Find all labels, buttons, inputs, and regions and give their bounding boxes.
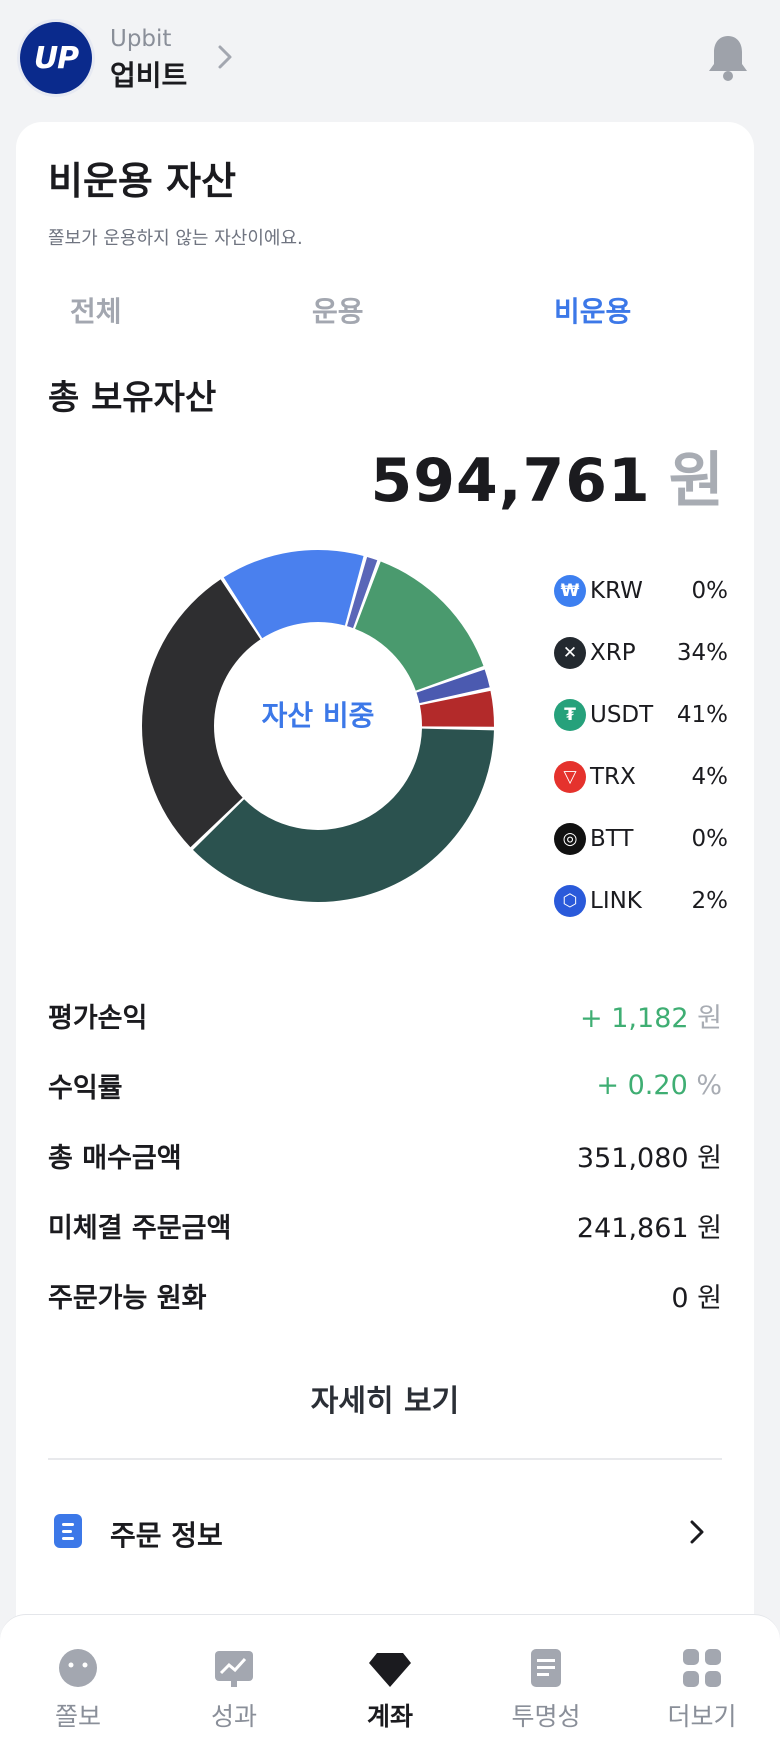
donut-slice-5 <box>193 728 494 902</box>
order-info-row[interactable]: 주문 정보 <box>48 1502 722 1562</box>
total-value: 594,761 <box>370 446 651 516</box>
nav-item-0[interactable]: 쫄보 <box>0 1615 156 1738</box>
legend-coin-pct: 0% <box>691 578 729 604</box>
legend-item-krw: ₩ KRW 0% <box>554 560 744 622</box>
chart-legend: ₩ KRW 0% ✕ XRP 34% ₮ USDT 41% ▽ TRX 4% ◎ BTT 0% ⬡ LINK 2% <box>554 560 744 932</box>
legend-coin-pct: 41% <box>676 702 728 728</box>
stat-value: 0 원 <box>671 1276 722 1315</box>
nav-item-4[interactable]: 더보기 <box>624 1615 780 1738</box>
nav-label: 쫄보 <box>54 1702 101 1731</box>
stat-label: 평가손익 <box>48 1002 148 1034</box>
bottom-navigation: 쫄보 성과 계좌 투명성 더보기 <box>0 1614 780 1738</box>
nav-label: 계좌 <box>366 1702 413 1731</box>
stat-value: + 0.20 % <box>596 1070 722 1101</box>
nav-item-2[interactable]: 계좌 <box>312 1615 468 1738</box>
stat-value: 351,080 원 <box>577 1136 722 1175</box>
legend-coin-name: KRW <box>590 578 643 604</box>
legend-item-trx: ▽ TRX 4% <box>554 746 744 808</box>
legend-coin-pct: 34% <box>676 640 728 666</box>
donut-slice-2 <box>355 561 484 691</box>
donut-center-label: 자산 비중 <box>261 699 375 732</box>
non-operating-assets-card: 비운용 자산 쫄보가 운용하지 않는 자산이에요. 전체 운용 비운용 총 보유… <box>16 122 754 1738</box>
nav-label: 더보기 <box>667 1702 737 1731</box>
krw-icon: ₩ <box>554 575 586 607</box>
stat-unit: 원 <box>697 1282 722 1314</box>
upbit-logo[interactable]: UP <box>20 22 92 94</box>
brand-name-en[interactable]: Upbit <box>110 26 171 52</box>
legend-coin-name: LINK <box>590 888 642 914</box>
stat-row: 주문가능 원화 0 원 <box>48 1260 722 1330</box>
chart-board-icon <box>215 1651 253 1687</box>
document-icon <box>54 1514 82 1548</box>
stat-row: 평가손익 + 1,182 원 <box>48 980 722 1050</box>
btt-icon: ◎ <box>554 823 586 855</box>
xrp-icon: ✕ <box>554 637 586 669</box>
order-info-label: 주문 정보 <box>110 1519 223 1552</box>
stat-row: 수익률 + 0.20 % <box>48 1050 722 1120</box>
divider <box>48 1458 722 1460</box>
nav-item-1[interactable]: 성과 <box>156 1615 312 1738</box>
legend-item-btt: ◎ BTT 0% <box>554 808 744 870</box>
stat-row: 미체결 주문금액 241,861 원 <box>48 1190 722 1260</box>
legend-coin-pct: 4% <box>691 764 729 790</box>
legend-item-link: ⬡ LINK 2% <box>554 870 744 932</box>
tab-all[interactable]: 전체 <box>70 290 122 330</box>
tab-operating[interactable]: 운용 <box>312 290 364 330</box>
nav-label: 성과 <box>210 1702 257 1731</box>
stat-unit: 원 <box>697 1212 722 1244</box>
brand-name-ko[interactable]: 업비트 <box>110 54 187 94</box>
stat-label: 미체결 주문금액 <box>48 1212 232 1244</box>
document-icon <box>531 1649 561 1687</box>
total-unit: 원 <box>668 446 724 516</box>
tab-non-operating[interactable]: 비운용 <box>554 290 631 330</box>
page-subtitle: 쫄보가 운용하지 않는 자산이에요. <box>48 228 303 249</box>
total-assets-amount: 594,761 원 <box>371 432 724 519</box>
bell-icon[interactable] <box>706 32 750 82</box>
legend-coin-pct: 2% <box>691 888 729 914</box>
legend-coin-name: USDT <box>590 702 654 728</box>
diamond-icon <box>369 1653 411 1687</box>
stat-number: 241,861 <box>576 1212 689 1244</box>
legend-coin-name: TRX <box>590 764 636 790</box>
legend-coin-pct: 0% <box>691 826 729 852</box>
stat-number: 0 <box>671 1282 689 1314</box>
stat-unit: 원 <box>697 1002 722 1034</box>
stat-unit: 원 <box>697 1142 722 1174</box>
asset-stats: 평가손익 + 1,182 원 수익률 + 0.20 % 총 매수금액 351,080 원미… <box>48 980 722 1330</box>
chevron-right-icon <box>690 1520 704 1544</box>
nav-label: 투명성 <box>511 1702 581 1731</box>
stat-label: 주문가능 원화 <box>48 1282 207 1314</box>
grid-icon <box>683 1649 721 1687</box>
stat-label: 수익률 <box>48 1072 123 1104</box>
stat-number: + 1,182 <box>580 1002 689 1034</box>
chevron-right-icon[interactable] <box>215 42 235 72</box>
usdt-icon: ₮ <box>554 699 586 731</box>
stat-unit: % <box>696 1069 722 1101</box>
stat-label: 총 매수금액 <box>48 1142 182 1174</box>
legend-item-usdt: ₮ USDT 41% <box>554 684 744 746</box>
view-details-button[interactable]: 자세히 보기 <box>16 1362 754 1442</box>
stat-row: 총 매수금액 351,080 원 <box>48 1120 722 1190</box>
page-title: 비운용 자산 <box>48 159 237 203</box>
stat-number: 351,080 <box>576 1142 689 1174</box>
link-icon: ⬡ <box>554 885 586 917</box>
stat-number: + 0.20 <box>596 1069 688 1101</box>
trx-icon: ▽ <box>554 761 586 793</box>
face-icon <box>59 1649 97 1687</box>
app-header: UP Upbit 업비트 <box>0 0 780 118</box>
nav-item-3[interactable]: 투명성 <box>468 1615 624 1738</box>
stat-value: 241,861 원 <box>577 1206 722 1245</box>
legend-coin-name: XRP <box>590 640 636 666</box>
legend-item-xrp: ✕ XRP 34% <box>554 622 744 684</box>
stat-value: + 1,182 원 <box>580 996 722 1035</box>
legend-coin-name: BTT <box>590 826 634 852</box>
total-assets-title: 총 보유자산 <box>48 378 217 418</box>
